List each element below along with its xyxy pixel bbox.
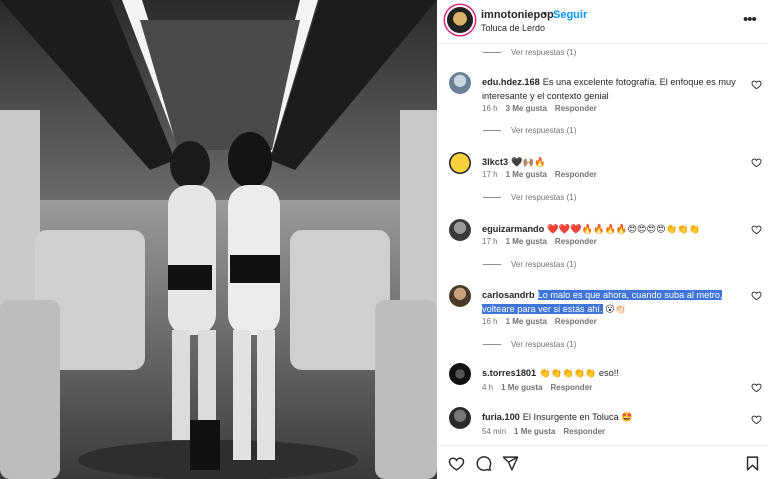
reply-button[interactable]: Responder xyxy=(563,427,605,436)
comment-body: El Insurgente en Toluca 🤩 xyxy=(522,412,633,422)
comment-meta: 4 h 1 Me gusta Responder xyxy=(482,383,600,392)
follow-button[interactable]: Seguir xyxy=(553,9,587,21)
avatar[interactable] xyxy=(449,407,471,429)
comment-username[interactable]: eguizarmando xyxy=(482,224,544,234)
view-replies-label: Ver respuestas (1) xyxy=(511,260,577,269)
avatar[interactable] xyxy=(449,363,471,385)
comment-likes[interactable]: 1 Me gusta xyxy=(514,427,555,436)
avatar[interactable] xyxy=(449,285,471,307)
comment-meta: 17 h 1 Me gusta Responder xyxy=(482,237,605,246)
comment-icon[interactable] xyxy=(475,455,492,472)
comment-likes[interactable]: 3 Me gusta xyxy=(506,104,547,113)
comment-meta: 54 min 1 Me gusta Responder xyxy=(482,427,613,436)
comment-text: carlosandrb Lo malo es que ahora, cuando … xyxy=(482,288,737,316)
separator-dot: • xyxy=(543,8,547,20)
heart-icon[interactable] xyxy=(751,290,762,301)
view-replies-label: Ver respuestas (1) xyxy=(511,48,577,57)
comment-time: 54 min xyxy=(482,427,507,436)
post-location[interactable]: Toluca de Lerdo xyxy=(481,23,545,33)
comment-likes[interactable]: 1 Me gusta xyxy=(506,237,547,246)
avatar[interactable] xyxy=(449,72,471,94)
post-header: imnotoniepop • Seguir Toluca de Lerdo ••… xyxy=(437,0,768,44)
reply-button[interactable]: Responder xyxy=(550,383,592,392)
view-replies-button[interactable]: Ver respuestas (1) xyxy=(483,193,576,202)
view-replies-button[interactable]: Ver respuestas (1) xyxy=(483,260,576,269)
post-details-panel: imnotoniepop • Seguir Toluca de Lerdo ••… xyxy=(437,0,768,479)
comment-text: 3lkct3 🖤🙌🏽🔥 xyxy=(482,155,737,169)
post-photo xyxy=(0,0,437,479)
comment-likes[interactable]: 1 Me gusta xyxy=(501,383,542,392)
heart-icon[interactable] xyxy=(751,382,762,393)
avatar[interactable] xyxy=(449,219,471,241)
view-replies-button[interactable]: Ver respuestas (1) xyxy=(483,48,576,57)
post-actions-bar xyxy=(437,445,768,479)
view-replies-label: Ver respuestas (1) xyxy=(511,340,577,349)
comments-list[interactable]: Ver respuestas (1) edu.hdez.168 Es una ex… xyxy=(437,45,768,445)
avatar[interactable] xyxy=(449,152,471,174)
comment-meta: 16 h 3 Me gusta Responder xyxy=(482,104,605,113)
avatar[interactable] xyxy=(447,7,473,33)
reply-button[interactable]: Responder xyxy=(555,104,597,113)
comment-likes[interactable]: 1 Me gusta xyxy=(506,317,547,326)
view-replies-button[interactable]: Ver respuestas (1) xyxy=(483,126,576,135)
heart-icon[interactable] xyxy=(751,157,762,168)
comment-text: eguizarmando ❤️❤️❤️🔥🔥🔥🔥😍😍😍😍👏👏👏 xyxy=(482,222,737,236)
reply-button[interactable]: Responder xyxy=(555,237,597,246)
comment-username[interactable]: s.torres1801 xyxy=(482,368,536,378)
comment-username[interactable]: carlosandrb xyxy=(482,290,535,300)
comment-time: 16 h xyxy=(482,104,498,113)
comment-text: furia.100 El Insurgente en Toluca 🤩 xyxy=(482,410,737,424)
comment-meta: 17 h 1 Me gusta Responder xyxy=(482,170,605,179)
reply-button[interactable]: Responder xyxy=(555,170,597,179)
view-replies-label: Ver respuestas (1) xyxy=(511,126,577,135)
bookmark-icon[interactable] xyxy=(744,455,761,472)
comment-body: ❤️❤️❤️🔥🔥🔥🔥😍😍😍😍👏👏👏 xyxy=(547,224,700,234)
heart-icon[interactable] xyxy=(751,79,762,90)
comment-username[interactable]: edu.hdez.168 xyxy=(482,77,540,87)
comment-text: s.torres1801 👏👏👏👏👏 eso!! xyxy=(482,366,737,380)
comment-time: 16 h xyxy=(482,317,498,326)
comment-time: 17 h xyxy=(482,170,498,179)
comment-emoji: 😮👏🏻 xyxy=(605,304,627,314)
view-replies-button[interactable]: Ver respuestas (1) xyxy=(483,340,576,349)
view-replies-label: Ver respuestas (1) xyxy=(511,193,577,202)
more-icon[interactable]: ••• xyxy=(743,11,757,28)
comment-meta: 16 h 1 Me gusta Responder xyxy=(482,317,605,326)
comment-body: 🖤🙌🏽🔥 xyxy=(511,157,546,167)
comment-username[interactable]: 3lkct3 xyxy=(482,157,508,167)
share-icon[interactable] xyxy=(502,455,519,472)
comment-username[interactable]: furia.100 xyxy=(482,412,520,422)
comment-time: 4 h xyxy=(482,383,494,392)
comment-time: 17 h xyxy=(482,237,498,246)
comment-text: edu.hdez.168 Es una excelente fotografía.… xyxy=(482,75,737,103)
heart-icon[interactable] xyxy=(751,414,762,425)
heart-icon[interactable] xyxy=(448,455,465,472)
reply-button[interactable]: Responder xyxy=(555,317,597,326)
heart-icon[interactable] xyxy=(751,224,762,235)
comment-body: 👏👏👏👏👏 eso!! xyxy=(539,368,619,378)
comment-likes[interactable]: 1 Me gusta xyxy=(506,170,547,179)
